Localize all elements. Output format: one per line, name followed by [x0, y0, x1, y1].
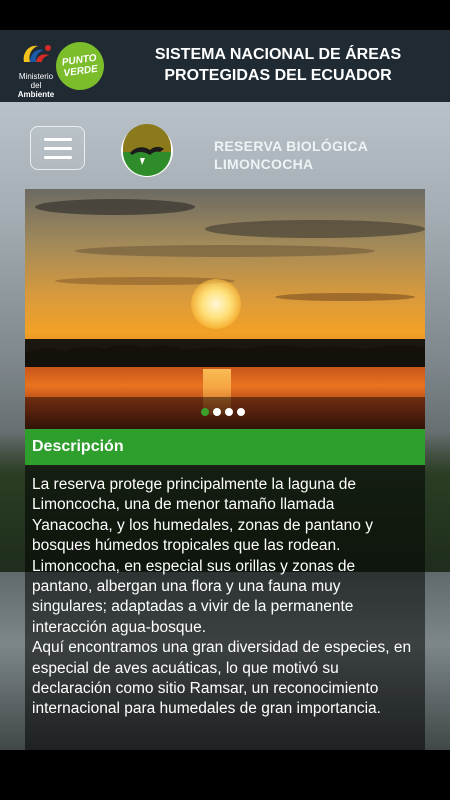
page-title: SISTEMA NACIONAL DE ÁREAS PROTEGIDAS DEL…: [154, 46, 402, 84]
ministerio-ambiente-logo: Ministerio del Ambiente: [10, 38, 62, 99]
hamburger-menu-icon-line: [43, 155, 72, 159]
hamburger-menu-icon-line: [43, 146, 72, 150]
image-slider[interactable]: [25, 189, 425, 429]
pager-dot-3[interactable]: [225, 408, 233, 416]
pager-dot-2[interactable]: [213, 408, 221, 416]
header-logos: Ministerio del Ambiente PUNTO VERDE: [8, 38, 108, 99]
ministerio-line-3: Ambiente: [17, 90, 55, 99]
ministerio-line-2: del: [30, 81, 42, 90]
menu-button[interactable]: [30, 126, 85, 170]
ministerio-text: Ministerio del Ambiente: [10, 72, 62, 99]
slide-sun: [191, 279, 241, 329]
ministerio-emblem-icon: [23, 45, 51, 62]
slider-pager: [201, 408, 245, 416]
pager-dot-1[interactable]: [201, 408, 209, 416]
pager-dot-4[interactable]: [237, 408, 245, 416]
ministerio-line-1: Ministerio: [18, 72, 54, 81]
app-header: Ministerio del Ambiente PUNTO VERDE SIST…: [0, 30, 450, 102]
description-header: Descripción: [25, 429, 425, 465]
main-content: RESERVA BIOLÓGICA LIMONCOCHA Descripción…: [0, 102, 450, 750]
status-bar: [0, 0, 450, 30]
reserve-name: RESERVA BIOLÓGICA LIMONCOCHA: [214, 138, 368, 172]
slide-treeline: [25, 339, 425, 369]
hamburger-menu-icon: [43, 137, 72, 141]
reserve-logo-icon: [121, 124, 173, 177]
navigation-bar: [0, 750, 450, 800]
description-body: La reserva protege principalmente la lag…: [25, 465, 425, 750]
toolbar: RESERVA BIOLÓGICA LIMONCOCHA: [0, 102, 450, 188]
